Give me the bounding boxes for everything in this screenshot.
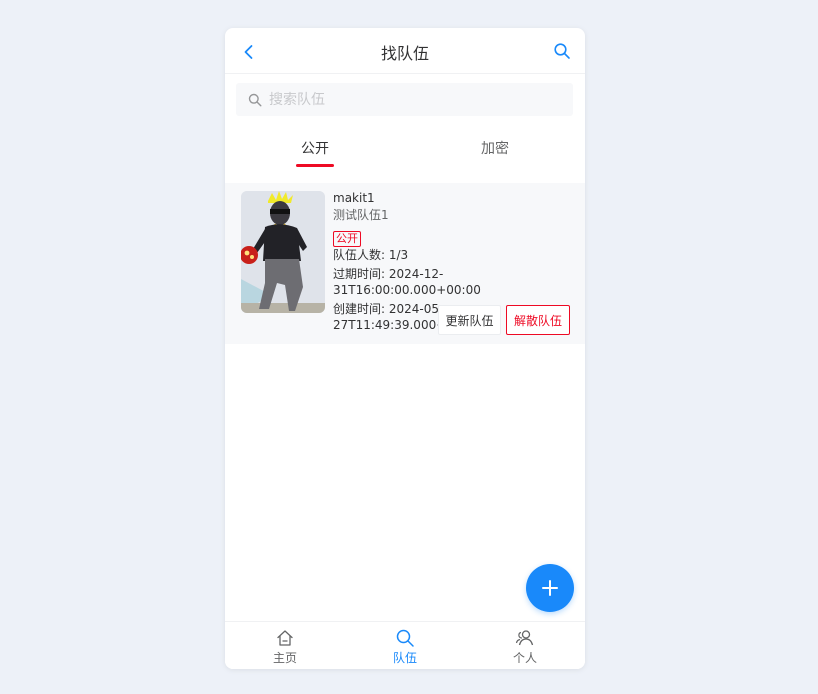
page-title: 找队伍 bbox=[380, 44, 429, 63]
tabbar-item-home[interactable]: 主页 bbox=[225, 622, 345, 669]
tab-active-indicator bbox=[296, 164, 334, 167]
update-team-button[interactable]: 更新队伍 bbox=[438, 305, 501, 335]
tab-bar: 公开 加密 bbox=[225, 128, 585, 176]
plus-icon bbox=[542, 580, 558, 596]
search-box bbox=[236, 83, 573, 116]
team-name: makit1 bbox=[333, 191, 375, 205]
team-member-count: 队伍人数: 1/3 bbox=[333, 248, 409, 262]
team-card[interactable]: makit1 测试队伍1 公开 队伍人数: 1/3 过期时间: 2024-12-… bbox=[225, 183, 585, 344]
tabbar-item-team[interactable]: 队伍 bbox=[345, 622, 465, 669]
add-team-button[interactable] bbox=[526, 564, 574, 612]
team-expire-time: 过期时间: 2024-12-31T16:00:00.000+00:00 bbox=[333, 267, 481, 297]
home-icon bbox=[277, 630, 293, 646]
team-description: 测试队伍1 bbox=[333, 208, 389, 222]
status-badge: 公开 bbox=[333, 231, 361, 247]
search-field-icon bbox=[248, 93, 262, 106]
user-friends-icon bbox=[515, 630, 534, 646]
tabbar-label-profile: 个人 bbox=[512, 651, 537, 665]
nav-bar: 找队伍 bbox=[225, 28, 585, 74]
search-input[interactable] bbox=[267, 90, 551, 109]
team-avatar bbox=[241, 191, 325, 313]
dissolve-team-button[interactable]: 解散队伍 bbox=[506, 305, 570, 335]
tabbar-label-team: 队伍 bbox=[392, 651, 417, 665]
search-bar bbox=[236, 83, 573, 116]
bottom-tab-bar: 主页 队伍 个人 bbox=[225, 621, 585, 669]
tab-encrypted[interactable]: 加密 bbox=[405, 138, 585, 158]
tabbar-item-profile[interactable]: 个人 bbox=[465, 622, 585, 669]
tab-public[interactable]: 公开 bbox=[225, 138, 405, 158]
tabbar-label-home: 主页 bbox=[272, 651, 297, 665]
search-icon[interactable] bbox=[553, 42, 571, 60]
phone-frame: 找队伍 公开 加密 bbox=[225, 28, 585, 669]
search-icon bbox=[396, 629, 414, 647]
